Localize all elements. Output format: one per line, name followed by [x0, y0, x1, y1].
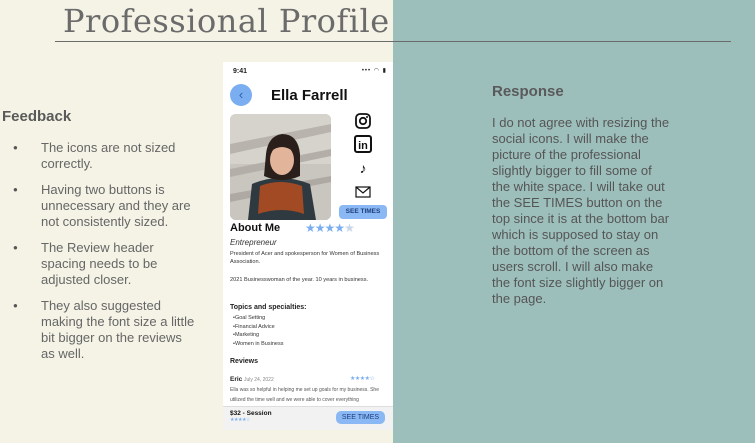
topic-item: Women in Business [233, 340, 284, 349]
star-icon: ★ [305, 221, 316, 235]
feedback-item: Having two buttons is unnecessary and th… [13, 182, 198, 230]
response-text: I do not agree with resizing the social … [492, 115, 670, 306]
review-text: Ella was so helpful in helping me set up… [230, 387, 379, 403]
linkedin-icon[interactable]: in [354, 135, 372, 153]
profile-role: Entrepreneur [230, 238, 277, 247]
profile-photo [230, 114, 331, 220]
topic-item: Goal Setting [233, 314, 283, 323]
status-icons: ••• ◠ ▮ [361, 68, 387, 74]
price-stars: ★★★★☆ [230, 417, 250, 423]
feedback-heading: Feedback [2, 108, 72, 125]
tiktok-icon[interactable]: ♪ [354, 159, 372, 177]
profile-name: Ella Farrell [271, 87, 348, 104]
phone-mockup: 9:41 ••• ◠ ▮ ‹ Ella Farrell in ♪ SEE TIM… [223, 62, 393, 430]
topics-heading: Topics and specialties: [230, 304, 307, 311]
feedback-item: The Review header spacing needs to be ad… [13, 240, 198, 288]
page-title: Professional Profile [63, 2, 390, 40]
instagram-icon[interactable] [354, 112, 372, 130]
about-heading: About Me [230, 222, 281, 234]
star-icon: ★ [324, 221, 336, 235]
see-times-button-top[interactable]: SEE TIMES [339, 205, 387, 219]
star-empty-icon: ★ [344, 221, 355, 235]
feedback-item: They also suggested making the font size… [13, 298, 198, 362]
review-date: July 24, 2022 [244, 377, 274, 383]
topics-list: Goal Setting Financial Advice Marketing … [233, 314, 284, 349]
review-author: Eric [230, 376, 243, 383]
star-icon: ★ [334, 221, 345, 235]
back-button[interactable]: ‹ [230, 84, 252, 106]
session-price: $32 - Session [230, 410, 272, 417]
see-times-button-bottom[interactable]: SEE TIMES [336, 411, 385, 424]
response-heading: Response [492, 83, 564, 100]
star-icon: ★ [314, 221, 326, 235]
title-divider [55, 41, 731, 42]
reviews-heading: Reviews [230, 358, 259, 365]
bio-line: President of Acer and spokesperson for W… [230, 251, 380, 265]
mail-icon[interactable] [354, 183, 372, 201]
bio-line: 2021 Businesswoman of the year. 10 years… [230, 277, 369, 283]
feedback-list: The icons are not sized correctly. Havin… [13, 140, 198, 372]
feedback-item: The icons are not sized correctly. [13, 140, 198, 172]
topic-item: Marketing [233, 331, 283, 340]
status-time: 9:41 [233, 68, 248, 75]
rating-stars: ★★★★★ [305, 221, 355, 235]
chevron-left-icon: ‹ [238, 87, 244, 102]
review-stars: ★★★★☆ [350, 376, 375, 382]
topic-item: Financial Advice [233, 323, 283, 332]
